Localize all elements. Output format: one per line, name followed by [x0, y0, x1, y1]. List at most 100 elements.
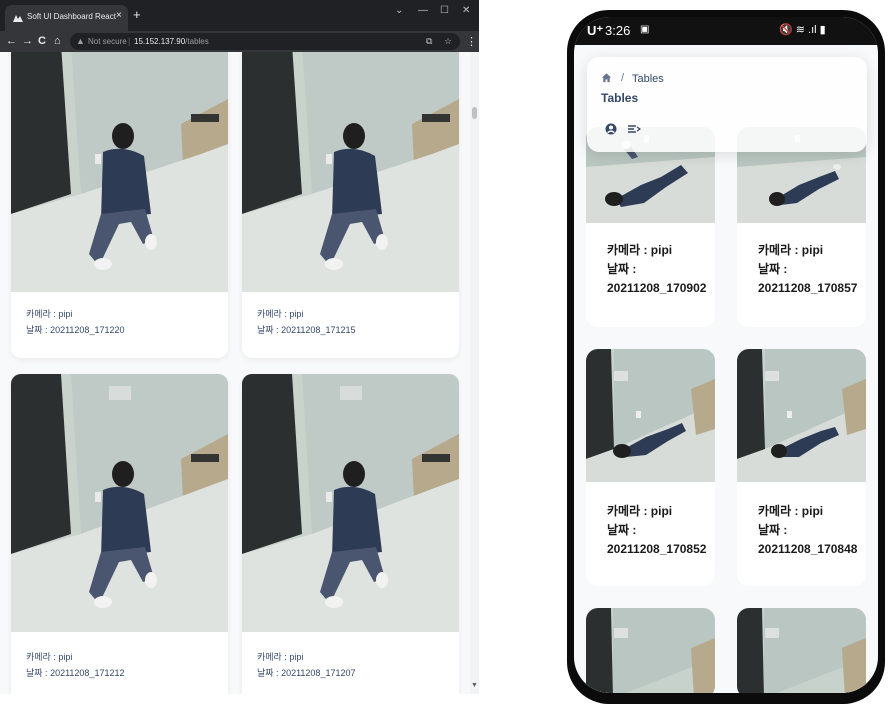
camera-label: 카메라 : [257, 309, 290, 319]
image-card[interactable]: 카메라 : pipi 날짜 : 20211208_170857 [737, 127, 866, 327]
carrier-label: U⁺ [587, 23, 604, 38]
tab-close-icon[interactable]: × [116, 10, 122, 21]
phone-status-bar: U⁺ 3:26 ▣ 🔇 ≋ .ıl ▮ [574, 17, 878, 45]
scrollbar-thumb[interactable] [472, 107, 477, 119]
browser-menu-icon[interactable]: ⋮ [466, 35, 477, 48]
card-info: 카메라 : pipi 날짜 : 20211208_170857 [758, 241, 857, 298]
tab-search-icon[interactable]: ⌄ [395, 5, 403, 16]
date-value: 20211208_170902 [607, 281, 707, 295]
camera-line: 카메라 : pipi [26, 649, 124, 665]
camera-value: pipi [58, 309, 73, 319]
camera-snapshot-image[interactable] [11, 374, 228, 632]
menu-open-icon[interactable] [627, 122, 641, 136]
date-line: 날짜 : 20211208_171212 [26, 665, 124, 681]
image-card[interactable] [586, 608, 715, 693]
url-text: 15.152.137.90/tables [134, 37, 209, 46]
camera-snapshot-image[interactable] [737, 608, 866, 693]
date-line: 날짜 : 20211208_171215 [257, 322, 355, 338]
url-host: 15.152.137.90 [134, 37, 186, 46]
camera-label: 카메라 : [26, 309, 59, 319]
tab-bar: Soft UI Dashboard React × + ⌄ — ☐ ✕ [0, 0, 479, 31]
image-card[interactable]: 카메라 : pipi 날짜 : 20211208_171215 [242, 52, 459, 358]
date-value: 20211208_170857 [758, 281, 858, 295]
browser-window: Soft UI Dashboard React × + ⌄ — ☐ ✕ ← → … [0, 0, 479, 694]
minimize-button[interactable]: — [418, 5, 428, 16]
new-tab-button[interactable]: + [133, 8, 141, 21]
image-card[interactable]: 카메라 : pipi 날짜 : 20211208_171212 [11, 374, 228, 694]
card-info: 카메라 : pipi 날짜 : 20211208_171207 [257, 649, 355, 681]
camera-line: 카메라 : pipi [257, 649, 355, 665]
camera-line: 카메라 : pipi [607, 504, 673, 518]
tab-title: Soft UI Dashboard React [27, 12, 116, 21]
card-info: 카메라 : pipi 날짜 : 20211208_171215 [257, 306, 355, 338]
camera-label: 카메라 : [257, 652, 290, 662]
home-icon[interactable] [601, 72, 612, 83]
date-label: 날짜 : [758, 523, 788, 537]
image-card[interactable] [737, 608, 866, 693]
date-label: 날짜 : [257, 325, 282, 335]
card-info: 카메라 : pipi 날짜 : 20211208_171220 [26, 306, 124, 338]
camera-snapshot-image[interactable] [586, 349, 715, 482]
camera-snapshot-image[interactable] [586, 608, 715, 693]
card-info: 카메라 : pipi 날짜 : 20211208_170902 [607, 241, 706, 298]
page-scrollbar[interactable]: ▼ [470, 52, 479, 694]
page-title: Tables [601, 91, 639, 105]
date-line: 날짜 : 20211208_171207 [257, 665, 355, 681]
user-circle-icon[interactable] [604, 122, 618, 136]
camera-snapshot-image[interactable] [242, 52, 459, 292]
forward-button[interactable]: → [22, 34, 33, 48]
camera-line: 카메라 : pipi [26, 306, 124, 322]
camera-snapshot-image[interactable] [11, 52, 228, 292]
scroll-down-arrow-icon[interactable]: ▼ [471, 682, 478, 689]
dashboard-navbar: / Tables Tables [587, 57, 867, 152]
image-card[interactable]: 카메라 : pipi 날짜 : 20211208_170852 [586, 349, 715, 586]
date-line: 날짜 : 20211208_171220 [26, 322, 124, 338]
date-label: 날짜 : [607, 262, 637, 276]
favicon-icon [13, 15, 23, 22]
date-label: 날짜 : [758, 262, 788, 276]
phone-frame: 카메라 : pipi 날짜 : 20211208_170902 카메라 : pi… [567, 10, 885, 704]
share-icon[interactable]: ⧉ [426, 36, 432, 47]
home-button[interactable]: ⌂ [54, 34, 61, 48]
warning-icon[interactable]: ▲ [76, 36, 85, 46]
image-card[interactable]: 카메라 : pipi 날짜 : 20211208_170848 [737, 349, 866, 586]
date-label: 날짜 : [26, 668, 51, 678]
page-viewport[interactable]: 카메라 : pipi 날짜 : 20211208_171220 카메라: pi… [0, 52, 479, 694]
date-value: 20211208_171212 [50, 668, 125, 678]
camera-line: 카메라 : pipi [607, 243, 673, 257]
phone-screen[interactable]: 카메라 : pipi 날짜 : 20211208_170902 카메라 : pi… [574, 17, 878, 693]
camera-snapshot-image[interactable] [242, 374, 459, 632]
date-value: 20211208_171220 [50, 325, 125, 335]
date-label: 날짜 : [257, 668, 282, 678]
card-info: 카메라 : pipi 날짜 : 20211208_170852 [607, 502, 706, 559]
browser-toolbar: ← → C ⌂ ▲ Not secure | 15.152.137.90/tab… [0, 31, 479, 52]
date-value: 20211208_170852 [607, 542, 707, 556]
camera-value: pipi [289, 652, 304, 662]
date-value: 20211208_170848 [758, 542, 858, 556]
image-card[interactable]: 카메라 : pipi 날짜 : 20211208_171220 [11, 52, 228, 358]
camera-line: 카메라 : pipi [257, 306, 355, 322]
reload-button[interactable]: C [38, 34, 46, 48]
date-value: 20211208_171207 [281, 668, 356, 678]
browser-tab[interactable]: Soft UI Dashboard React × [5, 5, 128, 31]
camera-snapshot-image[interactable] [737, 349, 866, 482]
back-button[interactable]: ← [6, 34, 17, 48]
date-value: 20211208_171215 [281, 325, 356, 335]
bookmark-star-icon[interactable]: ☆ [444, 36, 452, 47]
camera-value: pipi [58, 652, 73, 662]
camera-line: 카메라 : pipi [758, 504, 824, 518]
close-window-button[interactable]: ✕ [462, 5, 470, 16]
address-bar[interactable]: ▲ Not secure | 15.152.137.90/tables ⧉ ☆ [70, 33, 460, 50]
breadcrumb-current: Tables [632, 73, 664, 85]
image-card[interactable]: 카메라 : pipi 날짜 : 20211208_171207 [242, 374, 459, 694]
maximize-button[interactable]: ☐ [440, 5, 449, 16]
url-path: /tables [185, 37, 209, 46]
camera-value: pipi [289, 309, 304, 319]
image-card[interactable]: 카메라 : pipi 날짜 : 20211208_170902 [586, 127, 715, 327]
camera-line: 카메라 : pipi [758, 243, 824, 257]
card-info: 카메라 : pipi 날짜 : 20211208_171212 [26, 649, 124, 681]
date-label: 날짜 : [26, 325, 51, 335]
date-label: 날짜 : [607, 523, 637, 537]
status-icons: 🔇 ≋ .ıl ▮ [779, 24, 826, 36]
gallery-notification-icon: ▣ [640, 24, 650, 35]
